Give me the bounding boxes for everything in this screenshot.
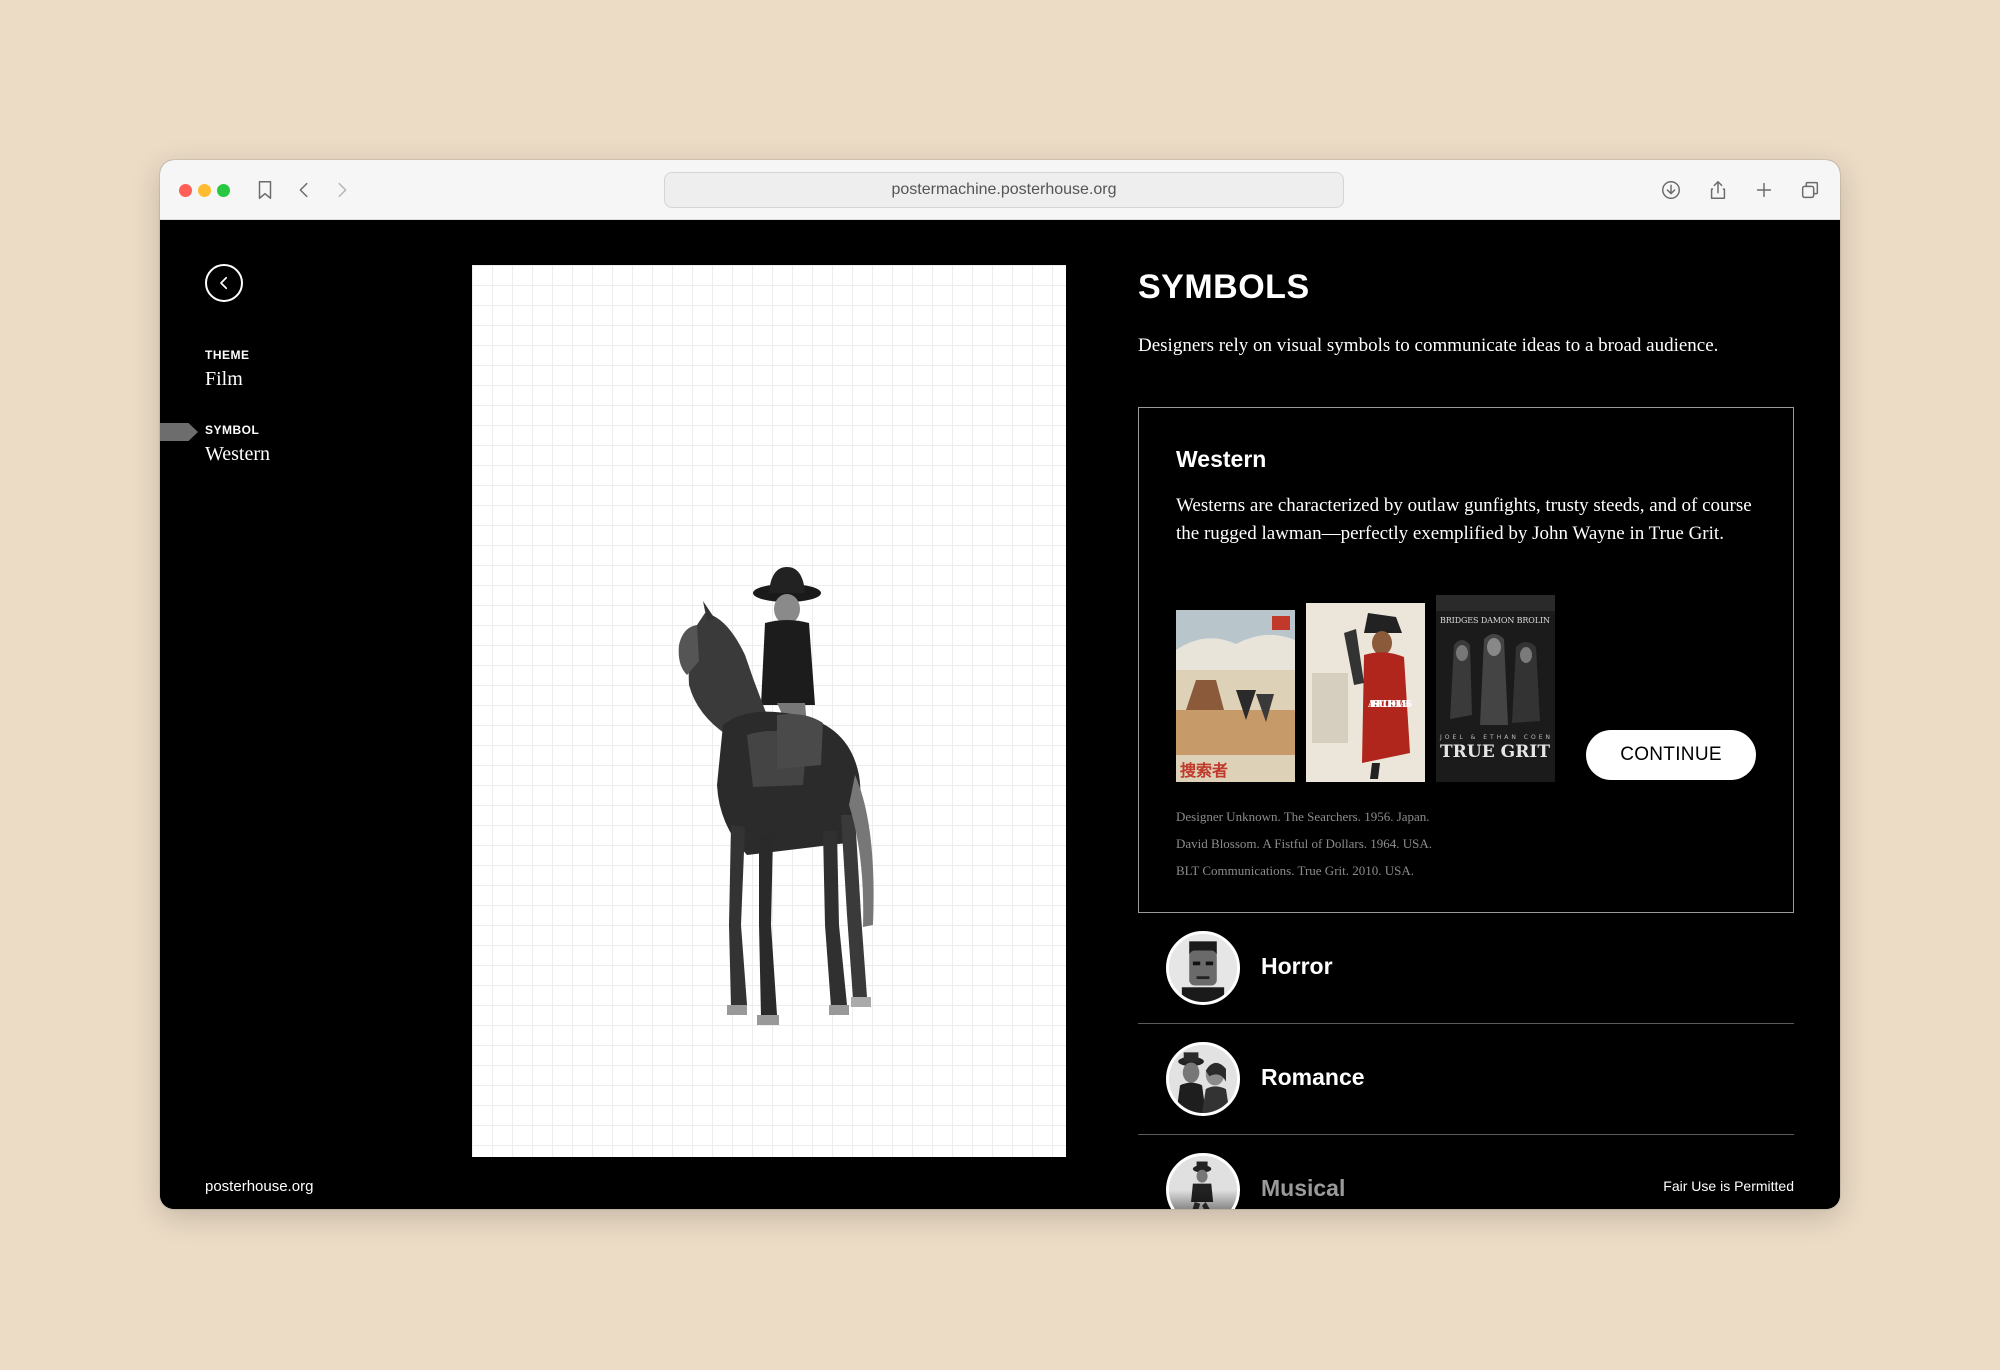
category-row-musical[interactable]: Musical: [1138, 1135, 1794, 1209]
category-row-horror[interactable]: Horror: [1138, 913, 1794, 1024]
bookmark-icon[interactable]: [252, 177, 278, 203]
couple-avatar-icon: [1166, 1042, 1240, 1116]
continue-button[interactable]: CONTINUE: [1586, 730, 1756, 780]
posterhouse-link[interactable]: posterhouse.org: [205, 1178, 313, 1195]
fistful-caption: A FISTFUL OF DOLLARS: [1367, 700, 1412, 710]
category-label-romance: Romance: [1261, 1064, 1365, 1090]
maximize-window-button[interactable]: [217, 184, 230, 197]
back-button[interactable]: [205, 264, 243, 302]
the-searchers-poster-thumbnail[interactable]: 捜索者: [1176, 610, 1295, 782]
the-searchers-poster-caption: 捜索者: [1180, 761, 1228, 780]
card-description: Westerns are characterized by outlaw gun…: [1176, 495, 1752, 544]
credit-line-3: BLT Communications. True Grit. 2010. USA…: [1176, 863, 1414, 878]
tab-overview-icon[interactable]: [1797, 177, 1823, 203]
western-symbol-card: Western Westerns are characterized by ou…: [1138, 407, 1794, 913]
browser-toolbar: postermachine.posterhouse.org: [160, 160, 1840, 220]
minimize-window-button[interactable]: [198, 184, 211, 197]
true-grit-poster-thumbnail[interactable]: BRIDGES DAMON BROLIN JOEL & ETHAN COEN T…: [1436, 595, 1555, 782]
theme-value[interactable]: Film: [205, 368, 243, 391]
browser-window: postermachine.posterhouse.org THEME Film…: [160, 160, 1840, 1209]
app-content: THEME Film SYMBOL Western posterhouse.or…: [160, 220, 1840, 1209]
cowboy-on-horse-image: [678, 567, 874, 1025]
a-fistful-of-dollars-poster-thumbnail[interactable]: A FISTFUL OF DOLLARS: [1306, 603, 1425, 782]
category-label-musical: Musical: [1261, 1175, 1346, 1201]
new-tab-plus-icon[interactable]: [1751, 177, 1777, 203]
theme-label: THEME: [205, 348, 250, 362]
panel-description: Designers rely on visual symbols to comm…: [1138, 335, 1719, 356]
fair-use-note: Fair Use is Permitted: [1663, 1178, 1794, 1194]
frankenstein-avatar-icon: [1166, 931, 1240, 1005]
credit-line-1: Designer Unknown. The Searchers. 1956. J…: [1176, 809, 1430, 824]
card-title: Western: [1176, 446, 1267, 472]
download-icon[interactable]: [1658, 177, 1684, 203]
credit-line-2: David Blossom. A Fistful of Dollars. 196…: [1176, 836, 1433, 851]
close-window-button[interactable]: [179, 184, 192, 197]
current-step-indicator: [160, 423, 198, 441]
forward-chevron-icon[interactable]: [329, 177, 355, 203]
category-row-romance[interactable]: Romance: [1138, 1024, 1794, 1135]
true-grit-top-text: BRIDGES DAMON BROLIN: [1440, 616, 1550, 625]
address-bar[interactable]: postermachine.posterhouse.org: [664, 172, 1344, 208]
dancer-avatar-icon: [1166, 1153, 1240, 1209]
panel-title: SYMBOLS: [1138, 268, 1310, 306]
back-chevron-icon[interactable]: [291, 177, 317, 203]
url-text: postermachine.posterhouse.org: [891, 181, 1117, 198]
symbol-value[interactable]: Western: [205, 443, 270, 466]
chevron-left-icon: [220, 276, 228, 290]
category-label-horror: Horror: [1261, 953, 1333, 979]
poster-canvas: [472, 265, 1066, 1157]
true-grit-title: TRUE GRIT: [1440, 742, 1550, 762]
share-icon[interactable]: [1705, 177, 1731, 203]
symbol-label: SYMBOL: [205, 423, 260, 437]
